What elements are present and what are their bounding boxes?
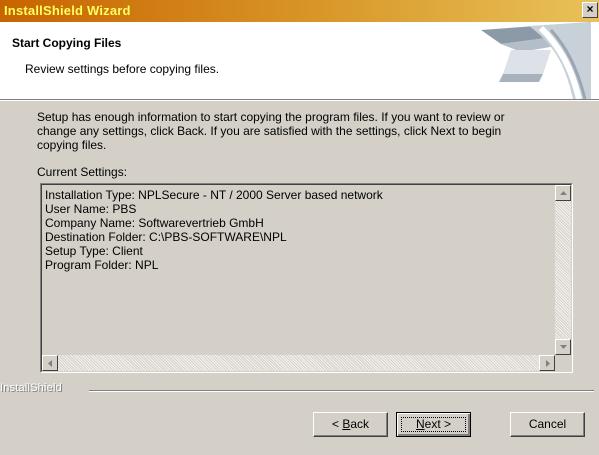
next-rest: ext > bbox=[424, 417, 452, 431]
header-subtitle: Review settings before copying files. bbox=[25, 62, 220, 76]
intro-line: change any settings, click Back. If you … bbox=[37, 124, 502, 138]
intro-text: Setup has enough information to start co… bbox=[37, 110, 567, 152]
back-button[interactable]: < Back bbox=[313, 412, 388, 437]
settings-line: Setup Type: Client bbox=[45, 244, 143, 258]
scroll-right-button[interactable] bbox=[539, 355, 555, 371]
wizard-header: Start Copying Files Review settings befo… bbox=[0, 22, 599, 99]
back-rest: ack bbox=[350, 417, 370, 431]
arrow-down-icon bbox=[560, 345, 567, 349]
back-prefix: < bbox=[331, 417, 343, 431]
settings-line: Program Folder: NPL bbox=[45, 258, 159, 272]
window-title: InstallShield Wizard bbox=[4, 3, 131, 18]
scroll-up-button[interactable] bbox=[555, 185, 571, 201]
installshield-wizard-window: InstallShield Wizard × Start Copying Fil… bbox=[0, 0, 599, 455]
current-settings-label: Current Settings: bbox=[37, 165, 128, 179]
settings-line: Company Name: Softwarevertrieb GmbH bbox=[45, 216, 264, 230]
close-button[interactable]: × bbox=[582, 2, 598, 18]
settings-line: User Name: PBS bbox=[45, 202, 137, 216]
cancel-button-label: Cancel bbox=[528, 417, 567, 431]
back-button-label: < Back bbox=[332, 417, 369, 431]
settings-text: Installation Type: NPLSecure - NT / 2000… bbox=[45, 188, 383, 272]
arrow-up-icon bbox=[560, 191, 567, 195]
next-button-label: Next > bbox=[416, 417, 451, 431]
settings-line: Installation Type: NPLSecure - NT / 2000… bbox=[45, 188, 383, 202]
footer-separator bbox=[89, 390, 594, 392]
wizard-graphic bbox=[481, 22, 591, 99]
title-bar[interactable]: InstallShield Wizard × bbox=[0, 0, 599, 22]
header-title: Start Copying Files bbox=[12, 36, 122, 50]
next-accelerator: N bbox=[415, 417, 425, 431]
arrow-right-icon bbox=[546, 360, 550, 367]
horizontal-scrollbar[interactable] bbox=[42, 355, 555, 371]
scroll-left-button[interactable] bbox=[42, 355, 58, 371]
header-separator bbox=[0, 99, 599, 101]
scroll-down-button[interactable] bbox=[555, 339, 571, 355]
intro-line: Setup has enough information to start co… bbox=[37, 110, 505, 124]
close-icon: × bbox=[586, 2, 594, 16]
next-button[interactable]: Next > bbox=[396, 412, 471, 437]
arrow-left-icon bbox=[48, 360, 52, 367]
vertical-scrollbar[interactable] bbox=[555, 185, 571, 355]
cancel-button[interactable]: Cancel bbox=[510, 412, 585, 437]
installshield-brand: InstallShield bbox=[0, 382, 62, 394]
settings-line: Destination Folder: C:\PBS-SOFTWARE\NPL bbox=[45, 230, 287, 244]
intro-line: copying files. bbox=[37, 138, 107, 152]
settings-textbox[interactable]: Installation Type: NPLSecure - NT / 2000… bbox=[40, 183, 573, 373]
settings-textbox-inner: Installation Type: NPLSecure - NT / 2000… bbox=[41, 184, 572, 372]
scrollbar-corner bbox=[555, 355, 571, 371]
